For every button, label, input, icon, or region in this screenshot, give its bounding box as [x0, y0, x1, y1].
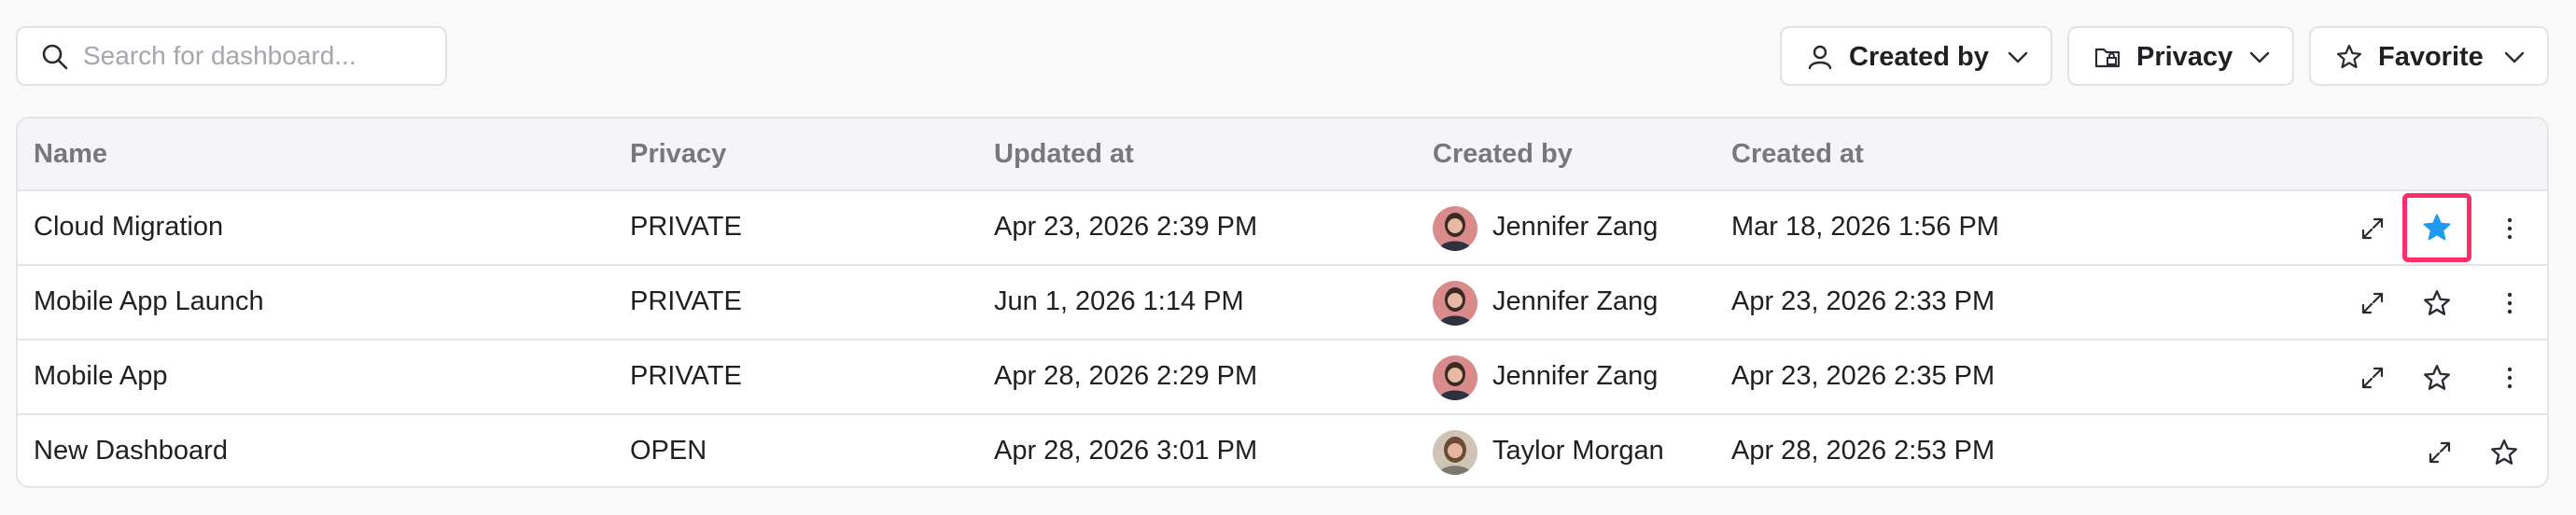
chevron-down-icon	[2006, 47, 2030, 67]
dashboard-name[interactable]: New Dashboard	[34, 436, 228, 466]
privacy-value: OPEN	[630, 436, 707, 466]
column-header-privacy[interactable]: Privacy	[630, 139, 726, 170]
table-row[interactable]: Mobile App Launch PRIVATE Jun 1, 2026 1:…	[18, 266, 2547, 341]
favorite-star-icon[interactable]	[2415, 282, 2458, 325]
created-by-value: Jennifer Zang	[1492, 286, 1659, 316]
created-at-value: Mar 18, 2026 1:56 PM	[1731, 212, 1999, 242]
avatar	[1433, 355, 1477, 400]
search-box[interactable]	[16, 26, 447, 86]
table-header: Name Privacy Updated at Created by Creat…	[18, 118, 2547, 191]
updated-at-value: Apr 23, 2026 2:39 PM	[994, 212, 1258, 242]
expand-icon[interactable]	[2351, 207, 2394, 250]
chevron-down-icon	[2502, 47, 2527, 67]
updated-at-value: Jun 1, 2026 1:14 PM	[994, 286, 1244, 316]
toolbar: Created by Privacy Favorite	[0, 0, 2576, 112]
updated-at-value: Apr 28, 2026 3:01 PM	[994, 436, 1258, 466]
column-header-updated-at[interactable]: Updated at	[994, 139, 1134, 170]
created-at-value: Apr 28, 2026 2:53 PM	[1731, 436, 1995, 466]
more-vertical-icon[interactable]	[2488, 282, 2531, 325]
favorite-star-icon[interactable]	[2402, 193, 2471, 262]
column-header-created-at[interactable]: Created at	[1731, 139, 1864, 170]
created-at-value: Apr 23, 2026 2:33 PM	[1731, 286, 1995, 316]
more-vertical-icon[interactable]	[2488, 356, 2531, 399]
expand-icon[interactable]	[2351, 282, 2394, 325]
created-at-value: Apr 23, 2026 2:35 PM	[1731, 361, 1995, 391]
created-by-filter-label: Created by	[1849, 42, 1989, 72]
favorite-filter-label: Favorite	[2378, 42, 2484, 72]
favorite-filter[interactable]: Favorite	[2309, 26, 2549, 86]
star-icon	[2335, 43, 2363, 71]
created-by-value: Jennifer Zang	[1492, 361, 1659, 391]
privacy-filter-label: Privacy	[2136, 42, 2233, 72]
search-input[interactable]	[83, 35, 428, 77]
column-header-name[interactable]: Name	[34, 139, 107, 170]
more-vertical-icon[interactable]	[2488, 207, 2531, 250]
table-row[interactable]: Mobile App PRIVATE Apr 28, 2026 2:29 PM …	[18, 341, 2547, 415]
avatar	[1433, 206, 1477, 251]
privacy-value: PRIVATE	[630, 361, 742, 391]
avatar	[1433, 281, 1477, 326]
expand-icon[interactable]	[2418, 431, 2461, 474]
dashboard-name[interactable]: Mobile App	[34, 361, 168, 392]
dashboard-name[interactable]: Mobile App Launch	[34, 286, 264, 317]
table-row[interactable]: New Dashboard OPEN Apr 28, 2026 3:01 PM …	[18, 415, 2547, 486]
search-icon	[40, 42, 70, 72]
user-icon	[1806, 43, 1834, 71]
dashboard-name[interactable]: Cloud Migration	[34, 212, 223, 243]
privacy-filter[interactable]: Privacy	[2067, 26, 2294, 86]
folder-lock-icon	[2093, 43, 2121, 71]
updated-at-value: Apr 28, 2026 2:29 PM	[994, 361, 1258, 391]
created-by-value: Jennifer Zang	[1492, 212, 1659, 242]
avatar	[1433, 430, 1477, 475]
privacy-value: PRIVATE	[630, 212, 742, 242]
favorite-star-icon[interactable]	[2415, 356, 2458, 399]
column-header-created-by[interactable]: Created by	[1433, 139, 1573, 170]
favorite-star-icon[interactable]	[2483, 431, 2526, 474]
chevron-down-icon	[2247, 47, 2272, 67]
privacy-value: PRIVATE	[630, 286, 742, 316]
table-row[interactable]: Cloud Migration PRIVATE Apr 23, 2026 2:3…	[18, 191, 2547, 266]
created-by-value: Taylor Morgan	[1492, 436, 1664, 466]
dashboard-table: Name Privacy Updated at Created by Creat…	[16, 117, 2549, 488]
expand-icon[interactable]	[2351, 356, 2394, 399]
created-by-filter[interactable]: Created by	[1780, 26, 2052, 86]
